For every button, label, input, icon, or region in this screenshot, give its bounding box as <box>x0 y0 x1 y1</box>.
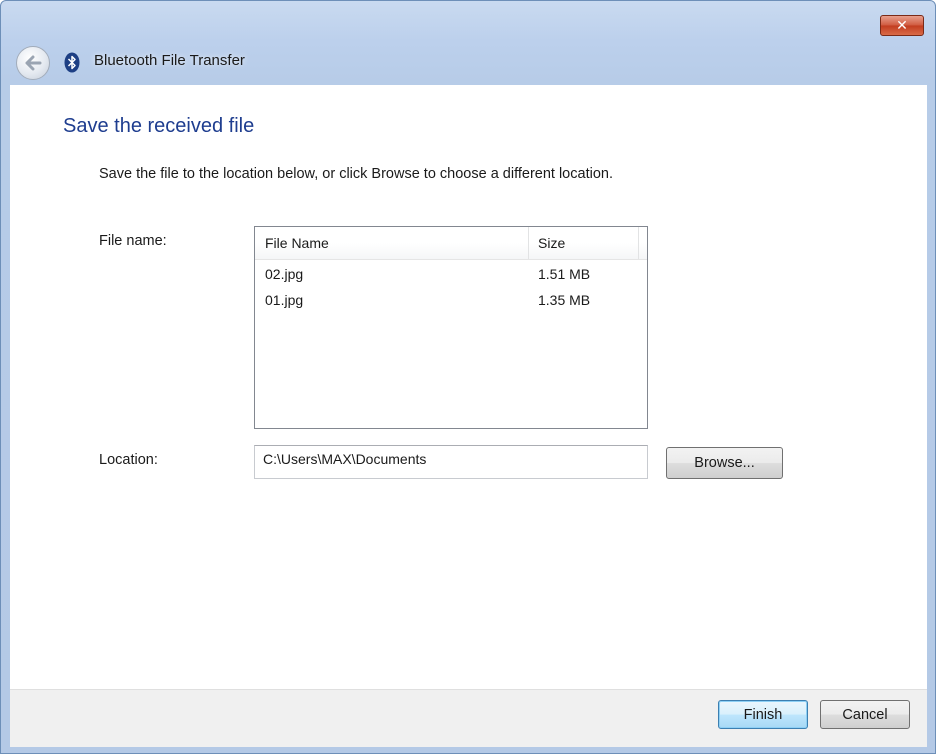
page-heading: Save the received file <box>63 115 255 137</box>
close-button[interactable]: ✕ <box>880 15 924 36</box>
window-title: Bluetooth File Transfer <box>94 52 245 69</box>
list-item[interactable]: 01.jpg 1.35 MB <box>255 288 647 312</box>
list-header: File Name Size <box>255 227 647 260</box>
back-button[interactable] <box>16 46 50 80</box>
title-bar: ✕ Bluetooth File Transfer <box>1 1 935 85</box>
column-header-file-name[interactable]: File Name <box>255 227 529 259</box>
location-label: Location: <box>99 452 158 468</box>
cancel-button[interactable]: Cancel <box>820 700 910 729</box>
back-arrow-icon <box>25 55 42 71</box>
file-name-cell: 01.jpg <box>265 292 304 308</box>
bluetooth-icon <box>63 51 81 73</box>
browse-button[interactable]: Browse... <box>666 447 783 479</box>
file-name-label: File name: <box>99 233 167 249</box>
file-size-cell: 1.35 MB <box>538 292 591 308</box>
column-header-filler <box>639 227 647 259</box>
location-input[interactable] <box>254 445 648 479</box>
list-item[interactable]: 02.jpg 1.51 MB <box>255 262 647 286</box>
finish-button[interactable]: Finish <box>718 700 808 729</box>
instruction-text: Save the file to the location below, or … <box>99 166 613 182</box>
file-name-cell: 02.jpg <box>265 266 304 282</box>
file-size-cell: 1.51 MB <box>538 266 591 282</box>
file-list[interactable]: File Name Size 02.jpg 1.51 MB 01.jpg 1.3… <box>254 226 648 429</box>
column-header-size[interactable]: Size <box>529 227 639 259</box>
close-icon: ✕ <box>896 17 908 33</box>
